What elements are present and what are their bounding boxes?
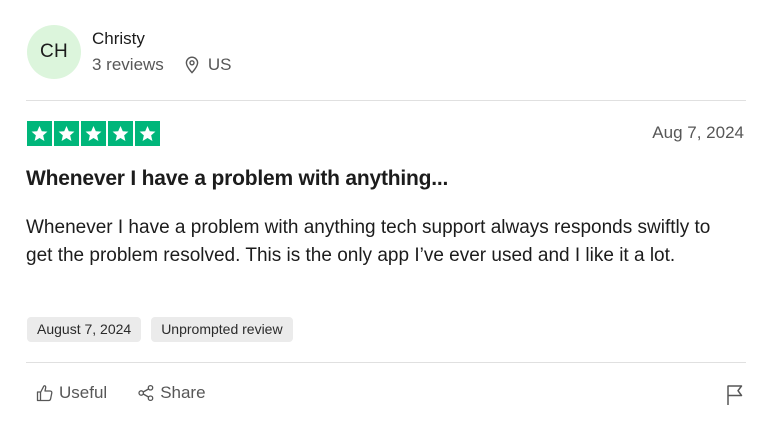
useful-button[interactable]: Useful <box>36 383 107 403</box>
star-icon <box>27 121 52 146</box>
review-count: 3 reviews <box>92 55 164 74</box>
review-title[interactable]: Whenever I have a problem with anything.… <box>26 167 448 191</box>
share-icon <box>138 384 154 402</box>
avatar[interactable]: CH <box>27 25 81 79</box>
review-body: Whenever I have a problem with anything … <box>26 217 711 266</box>
useful-label: Useful <box>59 383 108 402</box>
flag-icon <box>727 385 743 405</box>
share-button[interactable]: Share <box>137 383 206 403</box>
reviewer-country: US <box>207 55 232 74</box>
reviewer-header: CH Christy 3 reviews US <box>26 24 746 80</box>
reviewer-name[interactable]: Christy <box>92 29 145 49</box>
tag-unprompted-review[interactable]: Unprompted review <box>151 317 293 342</box>
divider <box>26 100 746 101</box>
divider <box>26 362 746 363</box>
review-card: CH Christy 3 reviews US Aug 7, 2024 When… <box>26 0 746 428</box>
reviewer-location: US <box>184 55 232 75</box>
star-icon <box>81 121 106 146</box>
star-icon <box>135 121 160 146</box>
review-date: Aug 7, 2024 <box>652 123 744 142</box>
review-actions: Useful Share <box>36 383 236 403</box>
thumbs-up-icon <box>36 385 53 402</box>
star-rating <box>27 121 160 146</box>
review-tags: August 7, 2024 Unprompted review <box>27 317 293 342</box>
report-button[interactable] <box>726 384 744 411</box>
share-label: Share <box>160 383 206 402</box>
reviewer-meta: 3 reviews US <box>92 55 231 75</box>
location-pin-icon <box>185 56 199 74</box>
star-icon <box>54 121 79 146</box>
star-icon <box>108 121 133 146</box>
tag-experience-date: August 7, 2024 <box>27 317 142 342</box>
